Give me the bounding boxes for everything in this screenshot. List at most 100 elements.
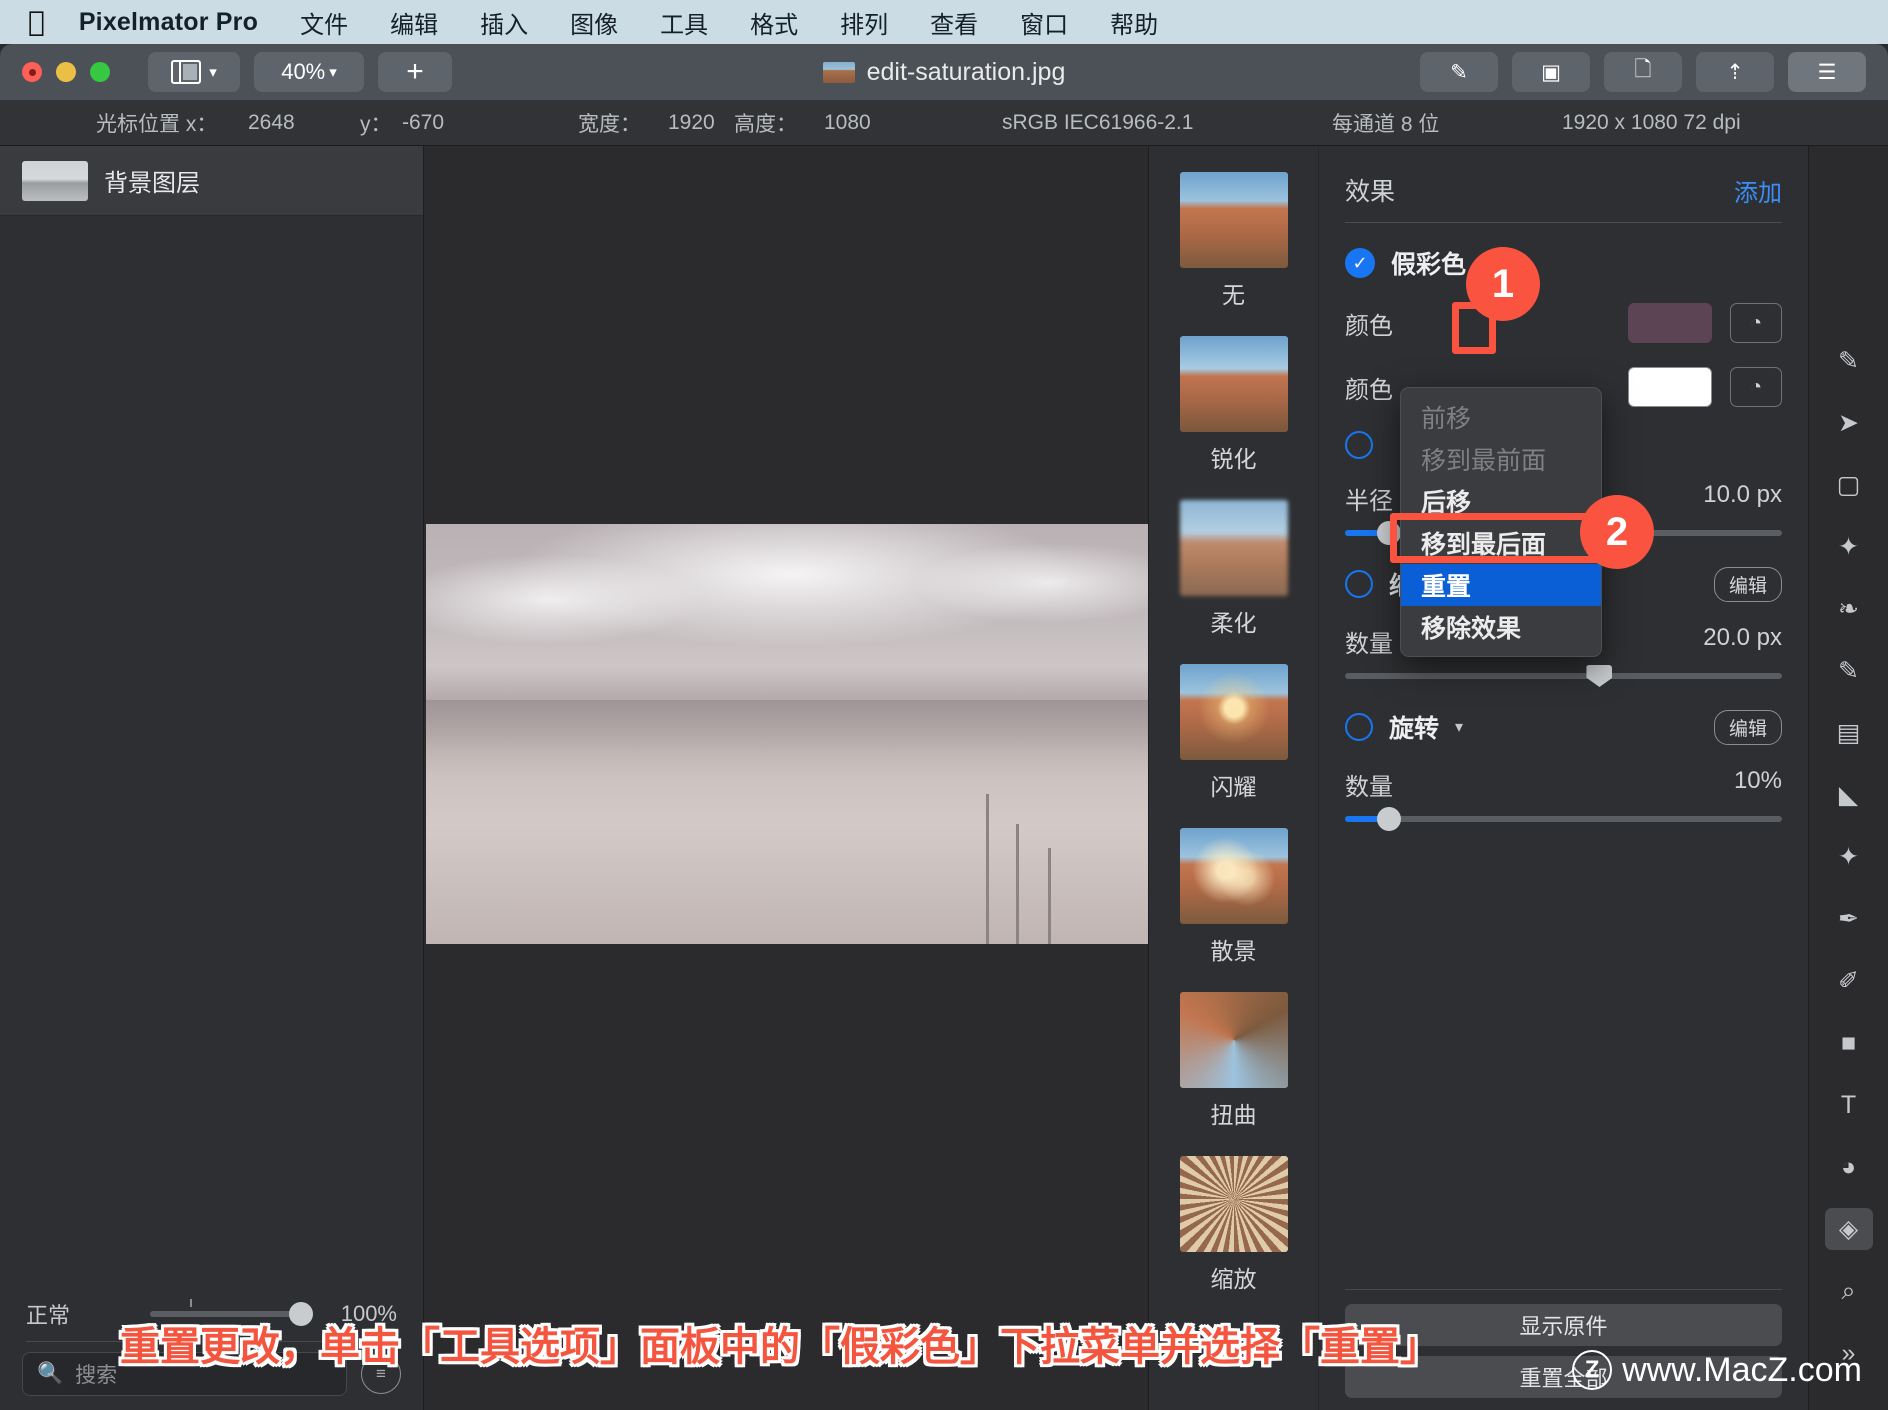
tool-options-button[interactable]: ☰ xyxy=(1788,52,1866,92)
effect-name: 旋转 xyxy=(1389,715,1440,743)
effect-row-false-color[interactable]: ✓ 假彩色 ▾ xyxy=(1345,245,1782,281)
cursor-position-label: 光标位置 x： xyxy=(96,112,218,136)
rotate-knob[interactable] xyxy=(1376,807,1401,831)
zoom-amount-knob[interactable] xyxy=(1586,665,1613,687)
effects-icon[interactable]: ◈ xyxy=(1824,1208,1873,1250)
color-swatch-2[interactable] xyxy=(1628,367,1712,407)
text-icon[interactable]: T xyxy=(1825,1084,1873,1126)
pen-icon[interactable]: ✐ xyxy=(1825,960,1873,1002)
preset-label: 缩放 xyxy=(1210,1266,1257,1292)
image-tree xyxy=(1048,848,1051,944)
eraser-icon[interactable]: ◣ xyxy=(1825,774,1873,816)
edit-button[interactable]: 编辑 xyxy=(1713,709,1782,745)
layer-row[interactable]: 背景图层 xyxy=(0,146,423,216)
effect-presets-list[interactable]: 无 锐化 柔化 闪耀 散景 扭曲 缩放 xyxy=(1149,146,1319,1410)
watermark: Z www.MacZ.com xyxy=(1572,1350,1862,1390)
colorspace-value: sRGB IEC61966-2.1 xyxy=(1002,110,1194,134)
repair-icon[interactable]: ✒ xyxy=(1825,898,1873,940)
effects-header: 效果 添加 xyxy=(1345,172,1782,208)
eyedropper-icon[interactable]: ◔ xyxy=(1730,367,1782,407)
arrange-icon[interactable]: ➤ xyxy=(1825,402,1873,444)
menu-item-bring-to-front: 移到最前面 xyxy=(1421,447,1547,475)
gradient-icon[interactable]: ▤ xyxy=(1825,712,1873,754)
clone-icon[interactable]: ✦ xyxy=(1825,836,1873,878)
menu-bar:  Pixelmator Pro 文件 编辑 插入 图像 工具 格式 排列 查看… xyxy=(0,0,1888,44)
preset-label: 散景 xyxy=(1210,938,1257,964)
magic-wand-icon[interactable]: ✦ xyxy=(1825,526,1873,568)
preset-thumbnail xyxy=(1179,664,1288,760)
effect-row-rotate[interactable]: 旋转 ▾ 编辑 xyxy=(1345,709,1782,745)
preset-item[interactable]: 闪耀 xyxy=(1149,664,1318,802)
paint-icon[interactable]: ✎ xyxy=(1825,650,1873,692)
color-swatch-1[interactable] xyxy=(1628,303,1712,343)
rect-select-icon[interactable]: ▢ xyxy=(1825,464,1873,506)
highlight-box-reset-item xyxy=(1390,513,1608,563)
effect-enabled-radio[interactable] xyxy=(1345,570,1373,598)
retouch-icon[interactable]: ✎ xyxy=(1825,340,1873,382)
preset-item[interactable]: 无 xyxy=(1149,172,1318,310)
canvas-image xyxy=(426,524,1188,944)
cursor-y-value: -670 xyxy=(402,110,445,134)
image-tree xyxy=(1016,824,1019,944)
menu-item-arrange[interactable]: 排列 xyxy=(840,5,888,40)
effect-enabled-radio[interactable] xyxy=(1345,713,1373,741)
retouch-tool-button[interactable]: ✎ xyxy=(1420,52,1498,92)
menu-item-help[interactable]: 帮助 xyxy=(1110,5,1158,40)
quick-select-icon[interactable]: ❧ xyxy=(1825,588,1873,630)
toolbar: ▾ 40% ▾ + edit-saturation.jpg ✎ ▣ 🗋 ⇡ ☰ xyxy=(0,44,1888,100)
document-title: edit-saturation.jpg xyxy=(866,57,1066,86)
amount-value: 10% xyxy=(1733,767,1782,794)
preset-item[interactable]: 缩放 xyxy=(1149,1156,1318,1294)
crop-tool-button[interactable]: ▣ xyxy=(1512,52,1590,92)
rotate-amount-slider[interactable] xyxy=(1345,807,1782,831)
zoom-level-button[interactable]: 40% ▾ xyxy=(254,52,364,92)
app-name-menu[interactable]: Pixelmator Pro xyxy=(79,8,258,37)
preset-label: 锐化 xyxy=(1210,446,1257,472)
effect-enabled-checkbox[interactable]: ✓ xyxy=(1345,248,1375,278)
window-body: 背景图层 正常 100% 🔍 搜索 ≡ 无 锐化 柔化 闪耀 散景 扭曲 缩放 … xyxy=(0,146,1888,1410)
minimize-button[interactable] xyxy=(56,62,76,82)
menu-item-remove-effect[interactable]: 移除效果 xyxy=(1401,606,1601,648)
preset-item[interactable]: 锐化 xyxy=(1149,336,1318,474)
menu-item-insert[interactable]: 插入 xyxy=(480,5,528,40)
sidebar-toggle-button[interactable]: ▾ xyxy=(148,52,240,92)
slider-rotate-amount: 数量 10% xyxy=(1345,767,1782,831)
export-page-button[interactable]: 🗋 xyxy=(1604,52,1682,92)
menu-item-format[interactable]: 格式 xyxy=(750,5,798,40)
chevron-down-icon: ▾ xyxy=(209,64,217,81)
effect-controls: 效果 添加 ✓ 假彩色 ▾ 颜色 ◔ 颜色 ◔ xyxy=(1319,146,1808,1410)
amount-label: 数量 xyxy=(1345,631,1393,658)
zoom-level-label: 40% xyxy=(281,59,326,84)
width-label: 宽度： xyxy=(578,112,641,136)
effect-enabled-radio[interactable] xyxy=(1345,431,1373,459)
preset-item[interactable]: 扭曲 xyxy=(1149,992,1318,1130)
menu-item-window[interactable]: 窗口 xyxy=(1020,5,1068,40)
menu-item-view[interactable]: 查看 xyxy=(930,5,978,40)
menu-item-edit[interactable]: 编辑 xyxy=(390,5,438,40)
chevron-down-icon[interactable]: ▾ xyxy=(1455,717,1463,737)
menu-item-tools[interactable]: 工具 xyxy=(660,5,708,40)
edit-button[interactable]: 编辑 xyxy=(1713,566,1782,602)
menu-item-reset[interactable]: 重置 xyxy=(1401,564,1601,606)
close-button[interactable] xyxy=(22,62,42,82)
shape-icon[interactable]: ■ xyxy=(1825,1022,1873,1064)
color-adjust-icon[interactable]: ◕ xyxy=(1825,1146,1873,1188)
canvas-area[interactable] xyxy=(424,146,1188,1410)
preset-item[interactable]: 散景 xyxy=(1149,828,1318,966)
apple-logo-icon[interactable]:  xyxy=(28,8,45,36)
eyedropper-icon[interactable]: ◔ xyxy=(1730,303,1782,343)
preset-item[interactable]: 柔化 xyxy=(1149,500,1318,638)
zoom-icon[interactable]: ⌕ xyxy=(1825,1270,1873,1312)
layers-sidebar: 背景图层 正常 100% 🔍 搜索 ≡ xyxy=(0,146,424,1410)
blend-mode-value[interactable]: 正常 xyxy=(26,1298,70,1330)
menu-item-file[interactable]: 文件 xyxy=(300,5,348,40)
add-effect-button[interactable]: 添加 xyxy=(1734,173,1782,208)
maximize-button[interactable] xyxy=(90,62,110,82)
preset-thumbnail xyxy=(1179,828,1288,924)
cursor-y-label: y： xyxy=(360,112,392,136)
add-button[interactable]: + xyxy=(378,52,452,92)
zoom-amount-slider[interactable] xyxy=(1345,665,1782,687)
menu-item-image[interactable]: 图像 xyxy=(570,5,618,40)
share-button[interactable]: ⇡ xyxy=(1696,52,1774,92)
bitdepth-value: 每通道 8 位 xyxy=(1332,112,1440,136)
